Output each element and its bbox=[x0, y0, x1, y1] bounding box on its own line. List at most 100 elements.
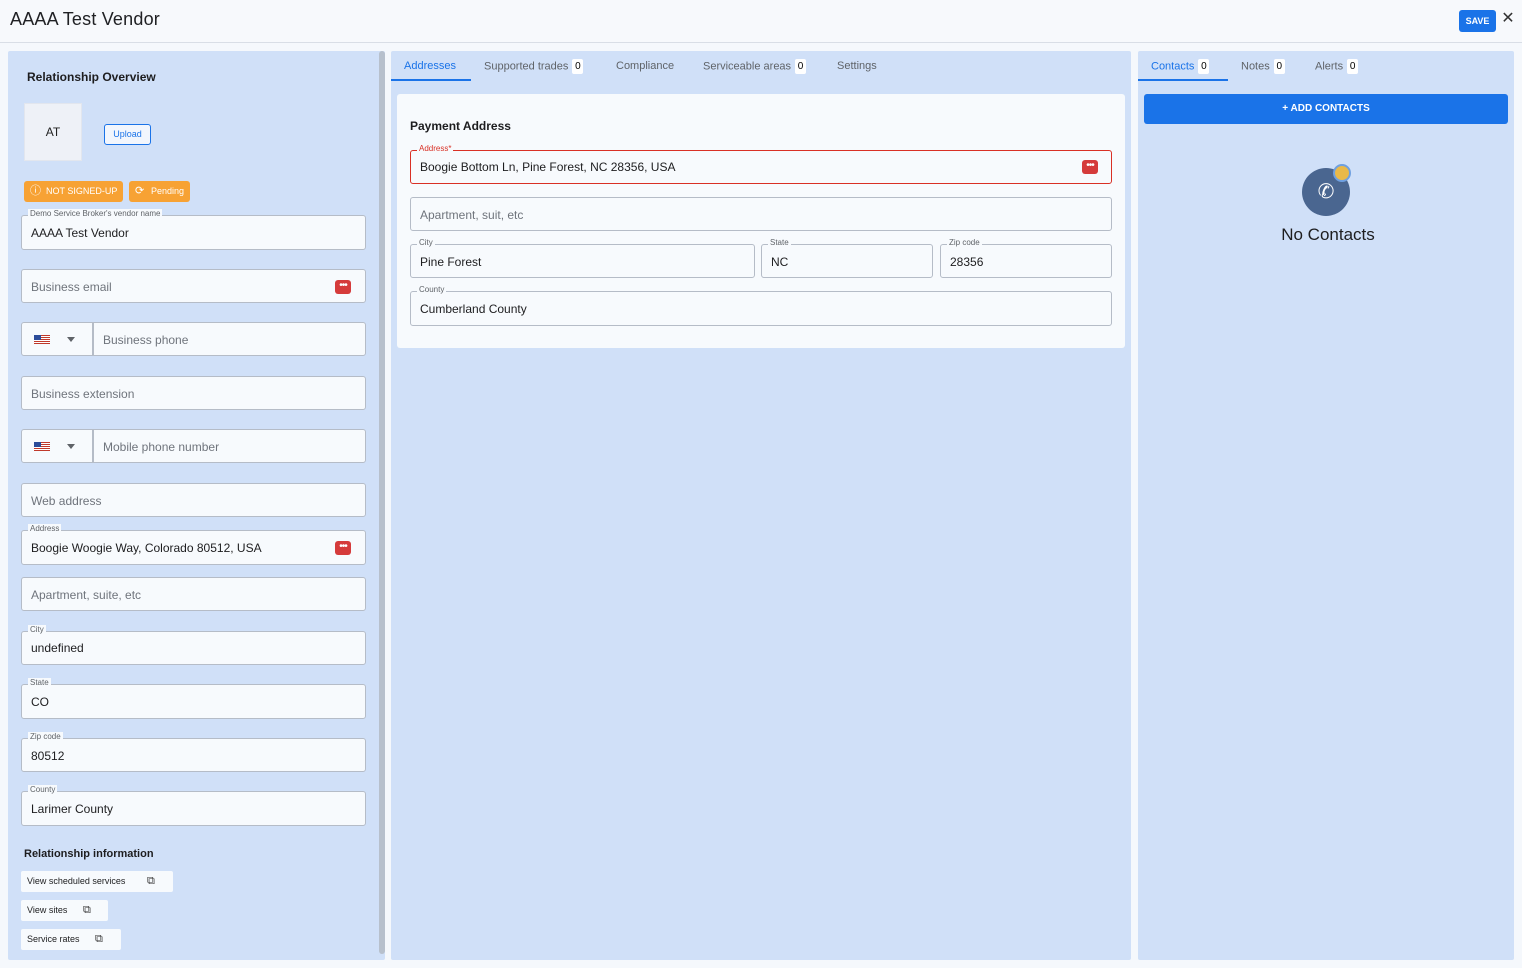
field-label: County bbox=[417, 285, 447, 295]
field-label: Demo Service Broker's vendor name bbox=[28, 209, 163, 219]
web-address-field[interactable]: Web address bbox=[21, 483, 366, 517]
field-label: Address bbox=[28, 524, 62, 534]
count-badge: 0 bbox=[795, 59, 807, 74]
field-placeholder: Apartment, suite, etc bbox=[31, 588, 142, 602]
business-phone-field[interactable]: Business phone bbox=[93, 322, 366, 356]
zip-code-field[interactable]: Zip code 80512 bbox=[21, 732, 366, 772]
save-button[interactable]: SAVE bbox=[1459, 10, 1496, 32]
field-value: Pine Forest bbox=[420, 255, 482, 269]
external-link-icon: ⧉ bbox=[83, 904, 91, 916]
tab-label: Notes bbox=[1241, 60, 1270, 73]
tab-contacts[interactable]: Contacts 0 bbox=[1151, 59, 1210, 74]
payment-city-field[interactable]: City Pine Forest bbox=[410, 238, 755, 278]
empty-state-text: No Contacts bbox=[1281, 225, 1375, 244]
payment-zip-code-field[interactable]: Zip code 28356 bbox=[940, 238, 1112, 278]
field-placeholder: Business email bbox=[31, 280, 112, 294]
field-label: City bbox=[417, 238, 435, 248]
field-label: State bbox=[768, 238, 791, 248]
field-value: 28356 bbox=[950, 255, 984, 269]
alert-circle-icon: ⓘ bbox=[30, 185, 41, 197]
tab-label: Addresses bbox=[404, 60, 456, 72]
county-field[interactable]: County Larimer County bbox=[21, 785, 366, 826]
view-scheduled-services-button[interactable]: View scheduled services ⧉ bbox=[21, 871, 173, 892]
password-manager-icon[interactable]: ••• bbox=[335, 541, 351, 555]
tab-label: Alerts bbox=[1315, 60, 1344, 73]
relationship-information-title: Relationship information bbox=[24, 848, 154, 860]
link-label: View sites bbox=[27, 905, 68, 915]
field-value: Boogie Bottom Ln, Pine Forest, NC 28356,… bbox=[420, 160, 676, 174]
business-email-field[interactable]: Business email ••• bbox=[21, 269, 366, 303]
country-code-select[interactable] bbox=[21, 322, 93, 356]
status-badge-pending: ⟳ Pending bbox=[129, 181, 191, 202]
payment-address-field[interactable]: Address* Boogie Bottom Ln, Pine Forest, … bbox=[410, 144, 1112, 184]
tab-label: Contacts bbox=[1151, 60, 1195, 73]
tab-serviceable-areas[interactable]: Serviceable areas 0 bbox=[703, 59, 807, 74]
sync-icon: ⟳ bbox=[135, 185, 145, 197]
field-placeholder: Apartment, suit, etc bbox=[420, 208, 524, 222]
external-link-icon: ⧉ bbox=[147, 875, 155, 887]
field-label: Zip code bbox=[28, 732, 63, 742]
tab-label: Serviceable areas bbox=[703, 60, 792, 73]
field-placeholder: Web address bbox=[31, 494, 102, 508]
state-field[interactable]: State CO bbox=[21, 678, 366, 719]
field-value: AAAA Test Vendor bbox=[31, 226, 129, 240]
relationship-overview-title: Relationship Overview bbox=[27, 70, 156, 84]
field-label: State bbox=[28, 678, 51, 688]
tab-label: Compliance bbox=[616, 60, 675, 72]
badge-label: NOT SIGNED-UP bbox=[46, 186, 118, 196]
avatar-initials: AT bbox=[45, 125, 61, 139]
city-field[interactable]: City undefined bbox=[21, 625, 366, 665]
tab-addresses[interactable]: Addresses bbox=[404, 60, 456, 72]
tab-compliance[interactable]: Compliance bbox=[616, 60, 674, 72]
business-extension-field[interactable]: Business extension bbox=[21, 376, 366, 410]
top-bar: AAAA Test Vendor SAVE ✕ bbox=[0, 0, 1522, 43]
tab-settings[interactable]: Settings bbox=[837, 60, 877, 72]
badge-label: Pending bbox=[151, 186, 185, 196]
field-value: Cumberland County bbox=[420, 302, 527, 316]
contact-badge-icon bbox=[1333, 164, 1351, 182]
field-value: 80512 bbox=[31, 749, 65, 763]
us-flag-icon bbox=[34, 442, 50, 451]
field-value: CO bbox=[31, 695, 49, 709]
address-field[interactable]: Address Boogie Woogie Way, Colorado 8051… bbox=[21, 524, 366, 565]
mobile-phone-field[interactable]: Mobile phone number bbox=[93, 429, 366, 463]
chevron-down-icon bbox=[67, 337, 75, 342]
link-label: View scheduled services bbox=[27, 876, 126, 886]
external-link-icon: ⧉ bbox=[95, 933, 103, 945]
apartment-field[interactable]: Apartment, suite, etc bbox=[21, 577, 366, 611]
page-title: AAAA Test Vendor bbox=[10, 9, 160, 29]
payment-state-field[interactable]: State NC bbox=[761, 238, 933, 278]
vendor-name-field[interactable]: Demo Service Broker's vendor name AAAA T… bbox=[21, 209, 366, 250]
add-contacts-button[interactable]: + ADD CONTACTS bbox=[1144, 94, 1508, 124]
us-flag-icon bbox=[34, 335, 50, 344]
active-tab-indicator bbox=[1138, 79, 1228, 81]
payment-county-field[interactable]: County Cumberland County bbox=[410, 285, 1112, 326]
avatar: AT bbox=[24, 103, 82, 161]
field-placeholder: Mobile phone number bbox=[103, 440, 220, 454]
mobile-country-code-select[interactable] bbox=[21, 429, 93, 463]
view-sites-button[interactable]: View sites ⧉ bbox=[21, 900, 108, 921]
status-badge-not-signed-up: ⓘ NOT SIGNED-UP bbox=[24, 181, 124, 202]
scrollbar[interactable] bbox=[379, 51, 385, 954]
field-value: Boogie Woogie Way, Colorado 80512, USA bbox=[31, 541, 262, 555]
field-label: Address* bbox=[417, 144, 454, 154]
tab-notes[interactable]: Notes 0 bbox=[1241, 59, 1285, 74]
count-badge: 0 bbox=[1347, 59, 1359, 74]
tab-alerts[interactable]: Alerts 0 bbox=[1315, 59, 1359, 74]
service-rates-button[interactable]: Service rates ⧉ bbox=[21, 929, 121, 950]
active-tab-indicator bbox=[391, 79, 471, 81]
field-value: undefined bbox=[31, 641, 84, 655]
count-badge: 0 bbox=[572, 59, 584, 74]
chevron-down-icon bbox=[67, 444, 75, 449]
tab-supported-trades[interactable]: Supported trades 0 bbox=[484, 59, 584, 74]
field-value: NC bbox=[771, 255, 789, 269]
close-icon[interactable]: ✕ bbox=[1501, 10, 1515, 28]
password-manager-icon[interactable]: ••• bbox=[1082, 160, 1098, 174]
count-badge: 0 bbox=[1273, 59, 1285, 74]
payment-address-title: Payment Address bbox=[410, 119, 511, 133]
tab-label: Settings bbox=[837, 60, 877, 72]
payment-apartment-field[interactable]: Apartment, suit, etc bbox=[410, 197, 1112, 231]
password-manager-icon[interactable]: ••• bbox=[335, 280, 351, 294]
field-label: County bbox=[28, 785, 58, 795]
upload-button[interactable]: Upload bbox=[104, 124, 151, 145]
